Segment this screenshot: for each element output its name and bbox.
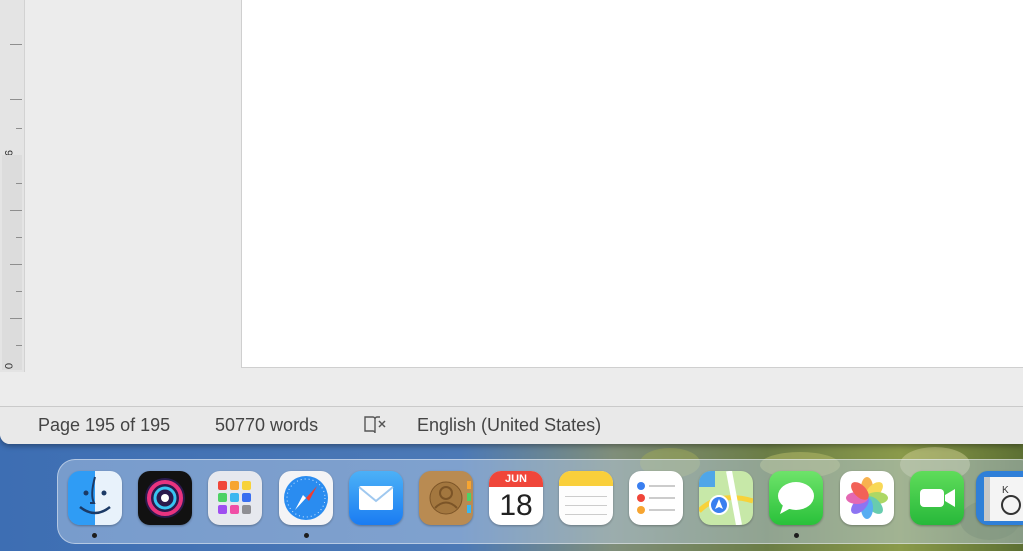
ruler-track	[2, 155, 22, 370]
calendar-month: JUN	[489, 471, 543, 487]
contacts-icon[interactable]	[419, 471, 473, 525]
page-count[interactable]: Page 195 of 195	[38, 415, 170, 436]
finder-icon[interactable]	[68, 471, 122, 525]
facetime-icon[interactable]	[910, 471, 964, 525]
vertical-ruler[interactable]: 9 0	[0, 0, 25, 372]
safari-running-indicator	[304, 533, 309, 538]
safari-icon[interactable]	[279, 471, 333, 525]
mail-icon[interactable]	[349, 471, 403, 525]
language-indicator[interactable]: English (United States)	[417, 415, 601, 436]
word-count[interactable]: 50770 words	[215, 415, 318, 436]
messages-running-indicator	[794, 533, 799, 538]
notes-icon[interactable]	[559, 471, 613, 525]
status-bar: Page 195 of 195 50770 words English (Uni…	[0, 406, 1023, 444]
finder-running-indicator	[92, 533, 97, 538]
word-window: 9 0 Page 195 of 195 50770 words English …	[0, 0, 1023, 444]
siri-icon[interactable]	[138, 471, 192, 525]
ruler-label-0: 0	[2, 362, 14, 370]
calendar-icon[interactable]: JUN 18	[489, 471, 543, 525]
maps-icon[interactable]	[699, 471, 753, 525]
launchpad-icon[interactable]	[208, 471, 262, 525]
messages-icon[interactable]	[769, 471, 823, 525]
reminders-icon[interactable]	[629, 471, 683, 525]
proofing-icon[interactable]	[362, 414, 388, 441]
dictionary-icon[interactable]: K	[976, 471, 1023, 525]
calendar-day: 18	[499, 489, 533, 522]
photos-icon[interactable]	[840, 471, 894, 525]
svg-text:K: K	[1002, 485, 1009, 496]
document-page[interactable]	[241, 0, 1023, 368]
